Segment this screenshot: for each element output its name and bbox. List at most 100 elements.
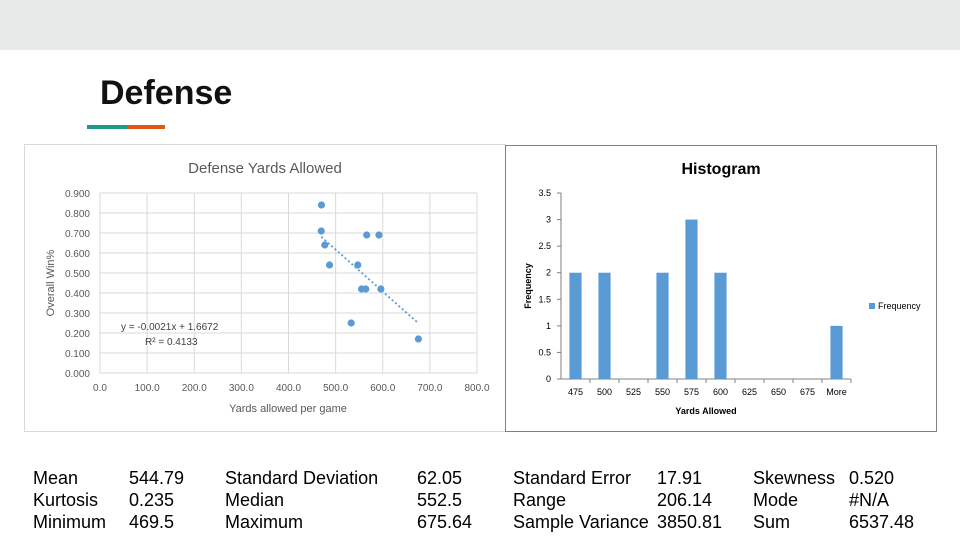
scatter-y-tick-label: 0.100 — [65, 349, 90, 360]
scatter-equation: y = -0.0021x + 1.6672 — [121, 322, 219, 333]
stat-label-standard-error: Standard Error — [513, 468, 632, 488]
scatter-point — [414, 335, 422, 343]
stat-value-standard-deviation: 62.05 — [417, 468, 463, 488]
stat-value-median: 552.5 — [417, 490, 463, 510]
scatter-point — [354, 261, 362, 269]
histogram-bars — [569, 219, 843, 379]
scatter-x-tick-label: 500.0 — [323, 383, 348, 394]
stat-label-minimum: Minimum — [33, 512, 107, 532]
scatter-r-squared: R² = 0.4133 — [145, 337, 198, 348]
scatter-x-tick-label: 800.0 — [464, 383, 489, 394]
stat-label-mode: Mode — [753, 490, 799, 510]
stat-label-skewness: Skewness — [753, 468, 836, 488]
stat-value-mode: #N/A — [849, 490, 890, 510]
accent-bar-orange — [127, 125, 165, 129]
histogram-y-tick-label: 2 — [546, 268, 551, 278]
histogram-y-tick-label: 0.5 — [538, 347, 551, 357]
stat-value-minimum: 469.5 — [129, 512, 175, 532]
scatter-y-tick-label: 0.600 — [65, 249, 90, 260]
scatter-point — [363, 231, 371, 239]
scatter-point — [362, 285, 370, 293]
histogram-x-tick-label: 550 — [655, 387, 670, 397]
scatter-y-axis-label: Overall Win% — [45, 249, 57, 316]
scatter-y-tick-label: 0.200 — [65, 329, 90, 340]
scatter-y-tick-label: 0.800 — [65, 209, 90, 220]
histogram-y-tick-label: 1 — [546, 321, 551, 331]
stat-label-kurtosis: Kurtosis — [33, 490, 99, 510]
scatter-chart: Defense Yards Allowed 0.000 0.100 0.200 0.3… — [45, 160, 490, 415]
scatter-x-axis-label: Yards allowed per game — [229, 403, 347, 415]
scatter-y-tick-label: 0.400 — [65, 289, 90, 300]
histogram-y-tick-label: 1.5 — [538, 294, 551, 304]
stat-label-standard-deviation: Standard Deviation — [225, 468, 379, 488]
stat-value-range: 206.14 — [657, 490, 713, 510]
stat-value-maximum: 675.64 — [417, 512, 473, 532]
histogram-x-tick-label: 575 — [684, 387, 699, 397]
scatter-y-ticks: 0.000 0.100 0.200 0.300 0.400 0.500 0.600 0.700… — [65, 189, 90, 380]
scatter-point — [317, 227, 325, 235]
legend-label: Frequency — [878, 301, 921, 311]
histogram-title: Histogram — [681, 161, 760, 178]
histogram-x-tick-label: 475 — [568, 387, 583, 397]
scatter-y-tick-label: 0.500 — [65, 269, 90, 280]
scatter-point — [317, 201, 326, 209]
histogram-bar — [685, 219, 698, 379]
scatter-point — [375, 231, 383, 239]
histogram-bar — [656, 272, 669, 379]
scatter-point — [377, 285, 385, 293]
scatter-point — [325, 261, 334, 269]
histogram-bar — [569, 272, 582, 379]
stat-value-standard-error: 17.91 — [657, 468, 703, 488]
stat-label-mean: Mean — [33, 468, 79, 488]
histogram-bar — [714, 272, 727, 379]
scatter-point — [321, 241, 329, 249]
scatter-chart-panel: Defense Yards Allowed 0.000 0.100 0.200 0.3… — [24, 144, 506, 432]
histogram-y-axis-label: Frequency — [523, 263, 533, 309]
stat-value-skewness: 0.520 — [849, 468, 895, 488]
legend-swatch — [869, 303, 875, 309]
histogram-y-tick-label: 3.5 — [538, 188, 551, 198]
scatter-y-tick-label: 0.900 — [65, 189, 90, 200]
histogram-x-tick-label: More — [826, 387, 847, 397]
scatter-y-tick-label: 0.700 — [65, 229, 90, 240]
histogram-x-axis-label: Yards Allowed — [675, 406, 736, 416]
scatter-x-tick-label: 600.0 — [370, 383, 395, 394]
histogram-y-tick-label: 3 — [546, 215, 551, 225]
histogram-panel: Histogram 0 0.5 1 1.5 2 2.5 3 3.5 475 500 525 550 5… — [505, 145, 937, 432]
histogram-chart: Histogram 0 0.5 1 1.5 2 2.5 3 3.5 475 500 525 550 5… — [523, 161, 921, 416]
stat-label-maximum: Maximum — [225, 512, 304, 532]
scatter-x-ticks: 0.0 100.0 200.0 300.0 400.0 500.0 600.0 700.0 80… — [93, 383, 490, 394]
scatter-y-tick-label: 0.000 — [65, 369, 90, 380]
histogram-bar — [830, 325, 843, 379]
scatter-x-tick-label: 100.0 — [135, 383, 160, 394]
histogram-x-tick-label: 525 — [626, 387, 641, 397]
scatter-x-tick-label: 200.0 — [182, 383, 207, 394]
histogram-y-tick-label: 0 — [546, 374, 551, 384]
scatter-x-tick-label: 0.0 — [93, 383, 107, 394]
scatter-points — [317, 201, 422, 343]
histogram-x-tick-label: 500 — [597, 387, 612, 397]
top-bar — [0, 0, 960, 50]
scatter-x-tick-label: 300.0 — [229, 383, 254, 394]
stat-value-mean: 544.79 — [129, 468, 185, 488]
scatter-x-tick-label: 700.0 — [417, 383, 442, 394]
scatter-title: Defense Yards Allowed — [188, 160, 342, 177]
slide-title: Defense — [100, 74, 233, 112]
histogram-x-tick-label: 625 — [742, 387, 757, 397]
histogram-x-tick-label: 600 — [713, 387, 728, 397]
histogram-y-ticks: 0 0.5 1 1.5 2 2.5 3 3.5 — [538, 188, 561, 384]
stat-label-median: Median — [225, 490, 285, 510]
stat-value-kurtosis: 0.235 — [129, 490, 175, 510]
stat-value-sample-variance: 3850.81 — [657, 512, 723, 532]
stat-label-range: Range — [513, 490, 567, 510]
stat-value-sum: 6537.48 — [849, 512, 915, 532]
scatter-point — [347, 319, 355, 327]
scatter-x-tick-label: 400.0 — [276, 383, 301, 394]
histogram-bar — [598, 272, 611, 379]
stat-label-sum: Sum — [753, 512, 791, 532]
histogram-x-tick-label: 650 — [771, 387, 786, 397]
stat-label-sample-variance: Sample Variance — [513, 512, 649, 532]
accent-bar-teal — [87, 125, 127, 129]
histogram-x-ticks: 475 500 525 550 575 600 625 650 675 More — [568, 379, 852, 397]
summary-statistics: Mean 544.79 Kurtosis 0.235 Minimum 469.5… — [0, 466, 960, 536]
